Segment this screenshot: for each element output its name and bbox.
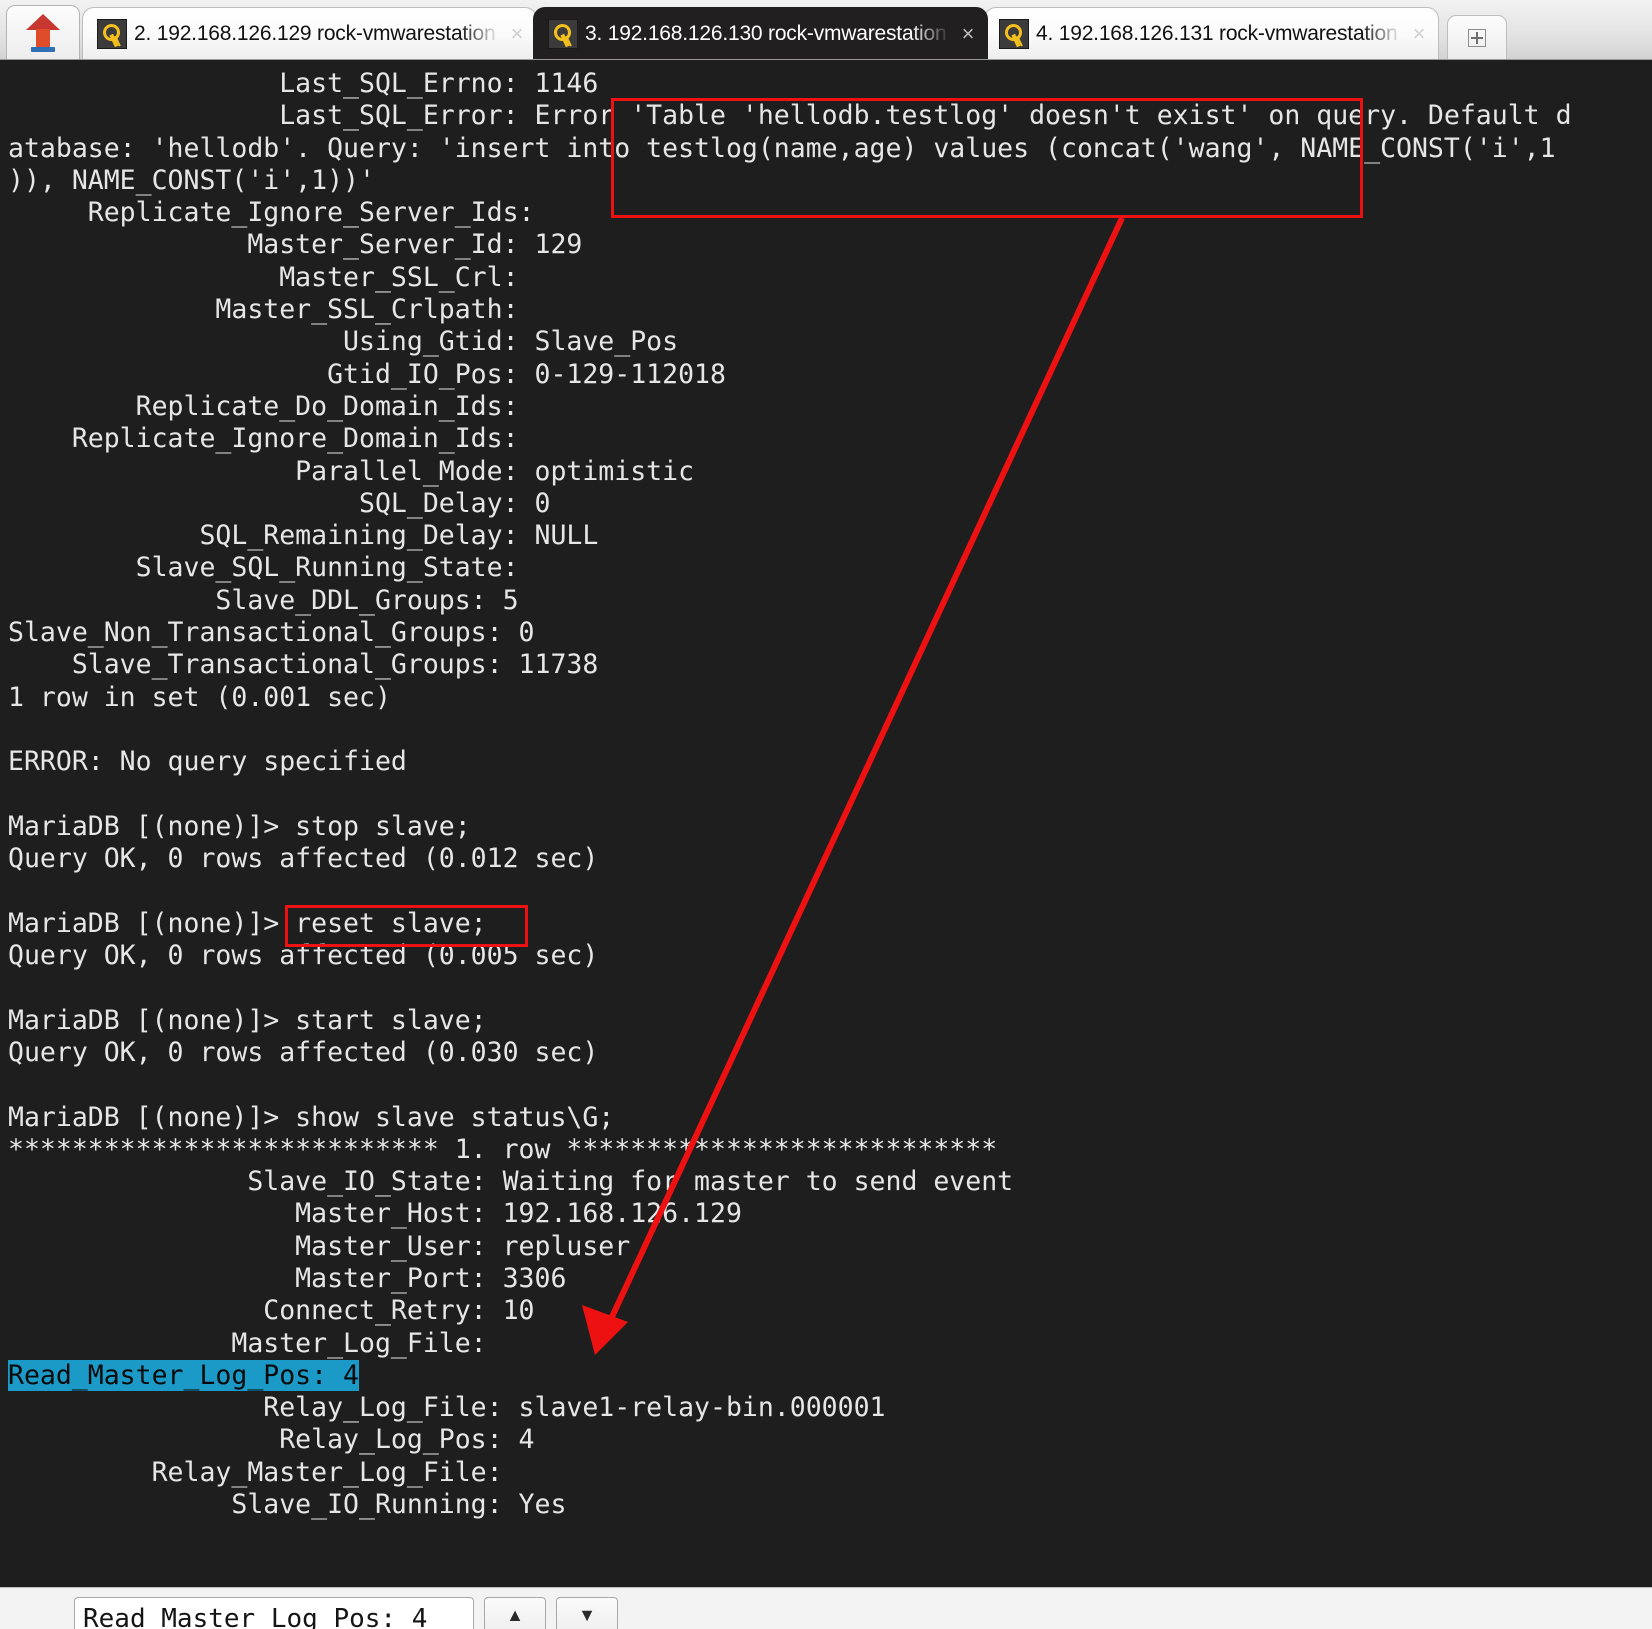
find-input[interactable] xyxy=(74,1597,474,1629)
terminal-output: Last_SQL_Errno: 1146 Last_SQL_Error: Err… xyxy=(8,68,1652,1521)
find-bar: ▲ ▼ xyxy=(0,1587,1652,1629)
close-icon[interactable]: × xyxy=(504,22,530,45)
session-tab-1[interactable]: 2. 192.168.126.129 rock-vmwarestation × xyxy=(82,7,537,59)
house-icon xyxy=(26,13,60,52)
session-tab-1-label: 2. 192.168.126.129 rock-vmwarestation xyxy=(134,21,496,45)
find-next-button[interactable]: ▼ xyxy=(556,1597,618,1629)
find-previous-button[interactable]: ▲ xyxy=(484,1597,546,1629)
terminal-pane[interactable]: Last_SQL_Errno: 1146 Last_SQL_Error: Err… xyxy=(0,60,1652,1587)
session-tab-3[interactable]: 4. 192.168.126.131 rock-vmwarestation × xyxy=(984,7,1439,59)
highlighted-match: Read_Master_Log_Pos: 4 xyxy=(8,1359,359,1391)
key-icon xyxy=(999,18,1029,49)
key-icon xyxy=(548,18,578,49)
close-icon[interactable]: × xyxy=(1406,22,1432,45)
session-tab-2-label: 3. 192.168.126.130 rock-vmwarestation xyxy=(585,21,947,45)
session-tab-3-label: 4. 192.168.126.131 rock-vmwarestation xyxy=(1036,21,1398,45)
new-tab-button[interactable] xyxy=(1447,15,1507,59)
key-icon xyxy=(97,18,127,49)
close-icon[interactable]: × xyxy=(955,22,981,45)
plus-icon xyxy=(1468,28,1486,47)
tab-bar: 2. 192.168.126.129 rock-vmwarestation × … xyxy=(0,0,1652,60)
home-tab-button[interactable] xyxy=(6,5,80,59)
terminal-block-1: Last_SQL_Errno: 1146 Last_SQL_Error: Err… xyxy=(8,68,1572,1359)
session-tab-2[interactable]: 3. 192.168.126.130 rock-vmwarestation × xyxy=(533,7,988,59)
terminal-block-2-text: Relay_Log_File: slave1-relay-bin.000001 … xyxy=(151,1392,886,1521)
